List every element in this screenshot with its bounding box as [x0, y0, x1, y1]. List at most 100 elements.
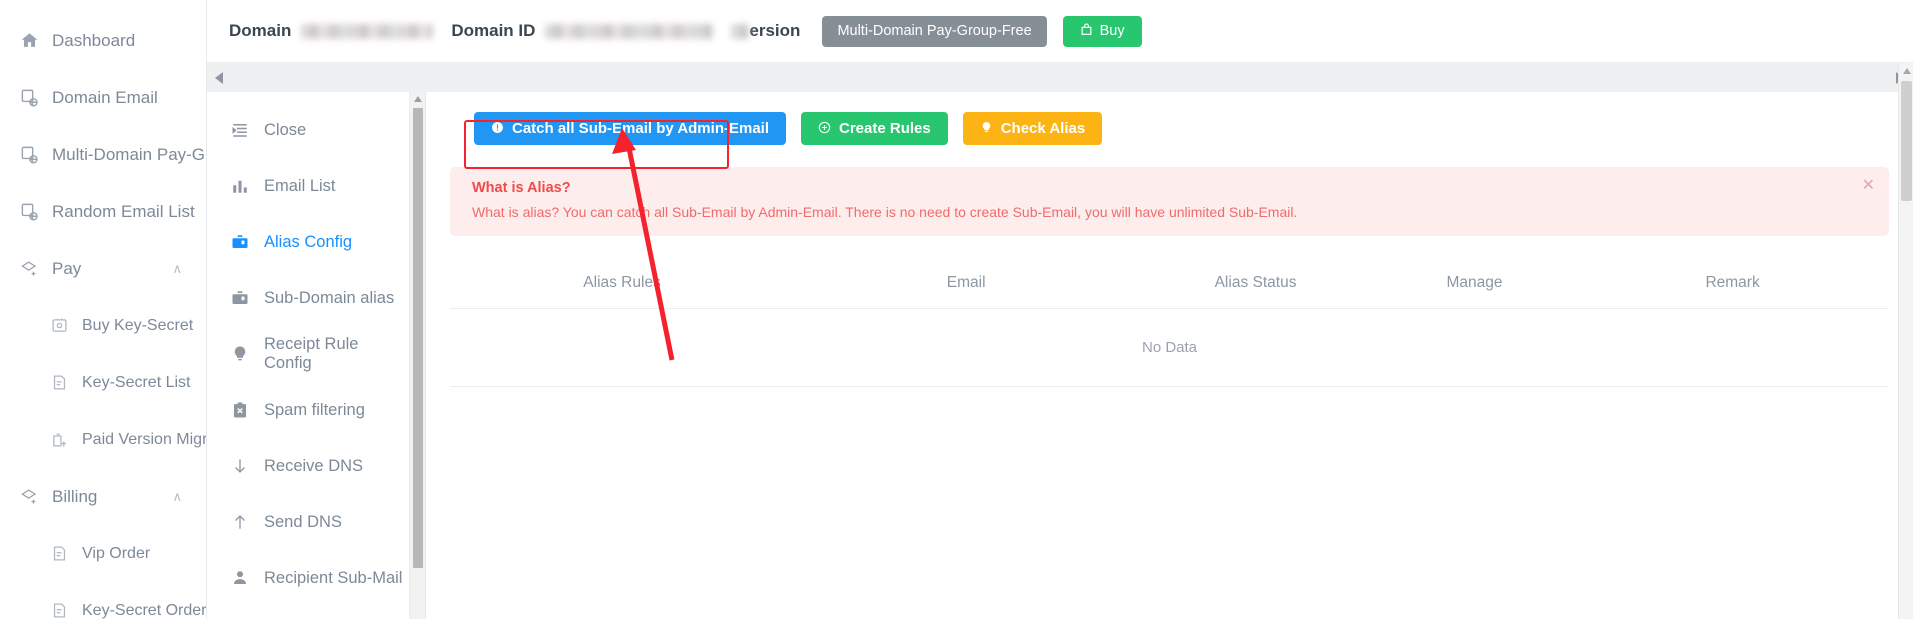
inner-scrollbar-thumb[interactable] [413, 108, 423, 568]
sidebar-item-paid-version-migration[interactable]: Paid Version Migration [0, 411, 206, 468]
submenu-item-close[interactable]: Close [207, 102, 409, 158]
list-icon [48, 543, 70, 565]
briefcase-icon [229, 231, 251, 253]
alias-table: Alias Rules Email Alias Status Manage Re… [450, 262, 1889, 388]
scroll-up-arrow-icon[interactable] [414, 96, 422, 102]
bar-chart-icon [229, 175, 251, 197]
user-icon [229, 567, 251, 589]
submenu-item-recipient-sub-mail[interactable]: Recipient Sub-Mail [207, 550, 409, 606]
sidebar-item-label: Key-Secret Order [82, 601, 207, 619]
page-scrollbar-thumb[interactable] [1901, 81, 1912, 201]
submenu-item-label: Send DNS [264, 512, 342, 531]
catch-all-sub-email-button[interactable]: Catch all Sub-Email by Admin-Email [474, 112, 786, 145]
alias-info-alert: What is Alias? What is alias? You can ca… [450, 167, 1889, 237]
collapse-strip [207, 63, 1913, 92]
primary-sidebar: Dashboard Domain Email Multi-Domain Pay-… [0, 0, 207, 619]
body-row: Close Email List Alias Config Sub-Domain… [207, 92, 1913, 619]
app-root: Dashboard Domain Email Multi-Domain Pay-… [0, 0, 1913, 619]
arrow-down-icon [229, 455, 251, 477]
action-button-row: Catch all Sub-Email by Admin-Email Creat… [450, 112, 1889, 145]
arrow-up-icon [229, 511, 251, 533]
sidebar-item-label: Multi-Domain Pay-Group [52, 144, 206, 164]
create-rules-label: Create Rules [839, 120, 931, 137]
pay-icon [18, 258, 40, 280]
sidebar-item-key-secret-order[interactable]: Key-Secret Order [0, 582, 206, 619]
sidebar-item-label: Vip Order [82, 544, 151, 562]
sidebar-item-label: Dashboard [52, 30, 136, 50]
domain-id-label: Domain ID [451, 21, 536, 40]
sidebar-item-label: Buy Key-Secret [82, 316, 194, 334]
briefcase-icon [229, 287, 251, 309]
scroll-up-arrow-icon[interactable] [1902, 68, 1911, 74]
alert-title: What is Alias? [472, 180, 571, 196]
submenu-item-label: Alias Config [264, 232, 353, 251]
submenu-item-label: Recipient Sub-Mail [264, 568, 403, 587]
submenu-item-label: Email List [264, 176, 336, 195]
inner-scrollbar[interactable] [410, 92, 426, 619]
page-scrollbar[interactable] [1898, 63, 1913, 619]
buy-key-icon [48, 315, 70, 337]
column-header-alias-rules: Alias Rules [450, 262, 795, 310]
sidebar-group-label: Billing [52, 486, 98, 506]
sidebar-item-domain-email[interactable]: Domain Email [0, 69, 206, 126]
sidebar-item-vip-order[interactable]: Vip Order [0, 525, 206, 582]
submenu-item-label: Receipt Rule Config [264, 335, 359, 372]
sidebar-item-multi-domain-pay-group[interactable]: Multi-Domain Pay-Group [0, 126, 206, 183]
sidebar-item-label: Domain Email [52, 87, 158, 107]
exclamation-circle-icon [491, 121, 504, 136]
submenu-item-alias-config[interactable]: Alias Config [207, 214, 409, 270]
list-icon [48, 372, 70, 394]
sidebar-group-label: Pay [52, 258, 82, 278]
sidebar-item-label: Key-Secret List [82, 373, 191, 391]
multi-domain-icon [18, 144, 40, 166]
table-header-row: Alias Rules Email Alias Status Manage Re… [450, 262, 1889, 310]
submenu-item-receive-dns[interactable]: Receive DNS [207, 438, 409, 494]
check-alias-button[interactable]: Check Alias [962, 112, 1103, 145]
collapse-left-arrow-icon[interactable] [215, 71, 223, 84]
column-header-manage: Manage [1372, 262, 1577, 310]
catch-all-sub-email-label: Catch all Sub-Email by Admin-Email [512, 120, 769, 137]
submenu-item-email-list[interactable]: Email List [207, 158, 409, 214]
version-badge: Multi-Domain Pay-Group-Free [822, 15, 1047, 47]
submenu-item-spam-filtering[interactable]: Spam filtering [207, 382, 409, 438]
sidebar-group-billing[interactable]: Billing ∧ [0, 468, 206, 525]
column-header-alias-status: Alias Status [1138, 262, 1373, 310]
secondary-submenu: Close Email List Alias Config Sub-Domain… [207, 92, 410, 619]
submenu-item-send-dns[interactable]: Send DNS [207, 494, 409, 550]
sidebar-item-random-email-list[interactable]: Random Email List [0, 183, 206, 240]
domain-label: Domain [229, 21, 292, 40]
chevron-up-icon[interactable]: ∧ [172, 261, 182, 277]
close-icon[interactable]: ✕ [1862, 178, 1875, 194]
buy-button[interactable]: Buy [1062, 15, 1142, 47]
version-label: ersion [749, 21, 801, 40]
sidebar-item-buy-key-secret[interactable]: Buy Key-Secret [0, 297, 206, 354]
column-header-email: Email [794, 262, 1139, 310]
column-header-remark: Remark [1576, 262, 1889, 310]
sidebar-item-dashboard[interactable]: Dashboard [0, 12, 206, 69]
sidebar-item-key-secret-list[interactable]: Key-Secret List [0, 354, 206, 411]
submenu-item-label: Spam filtering [264, 400, 365, 419]
sidebar-item-label: Paid Version Migration [82, 430, 207, 448]
chevron-up-icon[interactable]: ∧ [172, 489, 182, 505]
bulb-icon [980, 121, 993, 136]
domain-email-icon [18, 87, 40, 109]
submenu-item-label: Sub-Domain alias [264, 288, 395, 307]
submenu-item-sub-domain-alias[interactable]: Sub-Domain alias [207, 270, 409, 326]
sidebar-group-pay[interactable]: Pay ∧ [0, 240, 206, 297]
bulb-icon [229, 343, 251, 365]
list-icon [48, 600, 70, 619]
version-label-redacted [731, 23, 750, 39]
page-header: Domain Domain ID ersion Multi-Domain Pay… [207, 0, 1913, 63]
buy-button-label: Buy [1099, 23, 1125, 39]
domain-value-redacted [301, 23, 434, 39]
create-rules-button[interactable]: Create Rules [801, 112, 948, 145]
alert-description: What is alias? You can catch all Sub-Ema… [472, 204, 1298, 220]
submenu-item-label: Close [264, 120, 307, 139]
main-region: Domain Domain ID ersion Multi-Domain Pay… [207, 0, 1913, 619]
lock-bag-icon [1080, 23, 1093, 40]
submenu-item-receipt-rule-config[interactable]: Receipt Rule Config [207, 326, 409, 382]
content-pane: Catch all Sub-Email by Admin-Email Creat… [426, 92, 1913, 619]
home-icon [18, 30, 40, 52]
random-email-icon [18, 201, 40, 223]
submenu-item-label: Receive DNS [264, 456, 364, 475]
